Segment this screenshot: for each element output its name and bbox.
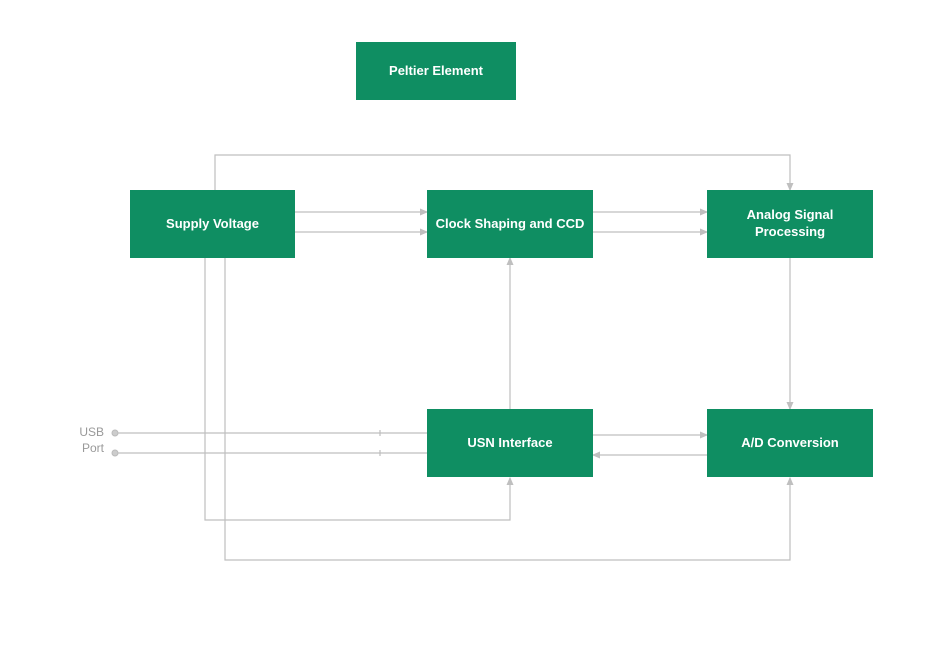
block-clock-shaping: Clock Shaping and CCD bbox=[427, 190, 593, 258]
block-analog-signal-label: Analog Signal Processing bbox=[715, 207, 865, 241]
label-usb: USB bbox=[79, 425, 104, 439]
usb-dot-2 bbox=[112, 450, 118, 456]
block-supply-voltage: Supply Voltage bbox=[130, 190, 295, 258]
usb-dot-1 bbox=[112, 430, 118, 436]
label-usb-port: USB Port bbox=[70, 425, 104, 456]
label-port: Port bbox=[82, 441, 104, 455]
block-clock-shaping-label: Clock Shaping and CCD bbox=[436, 216, 585, 233]
block-ad-conversion: A/D Conversion bbox=[707, 409, 873, 477]
conn-supply-to-usn-bottom bbox=[205, 258, 510, 520]
block-supply-voltage-label: Supply Voltage bbox=[166, 216, 259, 233]
block-usn-interface-label: USN Interface bbox=[467, 435, 552, 452]
block-ad-conversion-label: A/D Conversion bbox=[741, 435, 839, 452]
block-peltier: Peltier Element bbox=[356, 42, 516, 100]
conn-supply-to-analog-top bbox=[215, 155, 790, 190]
block-analog-signal: Analog Signal Processing bbox=[707, 190, 873, 258]
diagram-canvas: Peltier Element Supply Voltage Clock Sha… bbox=[0, 0, 926, 656]
block-usn-interface: USN Interface bbox=[427, 409, 593, 477]
block-peltier-label: Peltier Element bbox=[389, 63, 483, 80]
